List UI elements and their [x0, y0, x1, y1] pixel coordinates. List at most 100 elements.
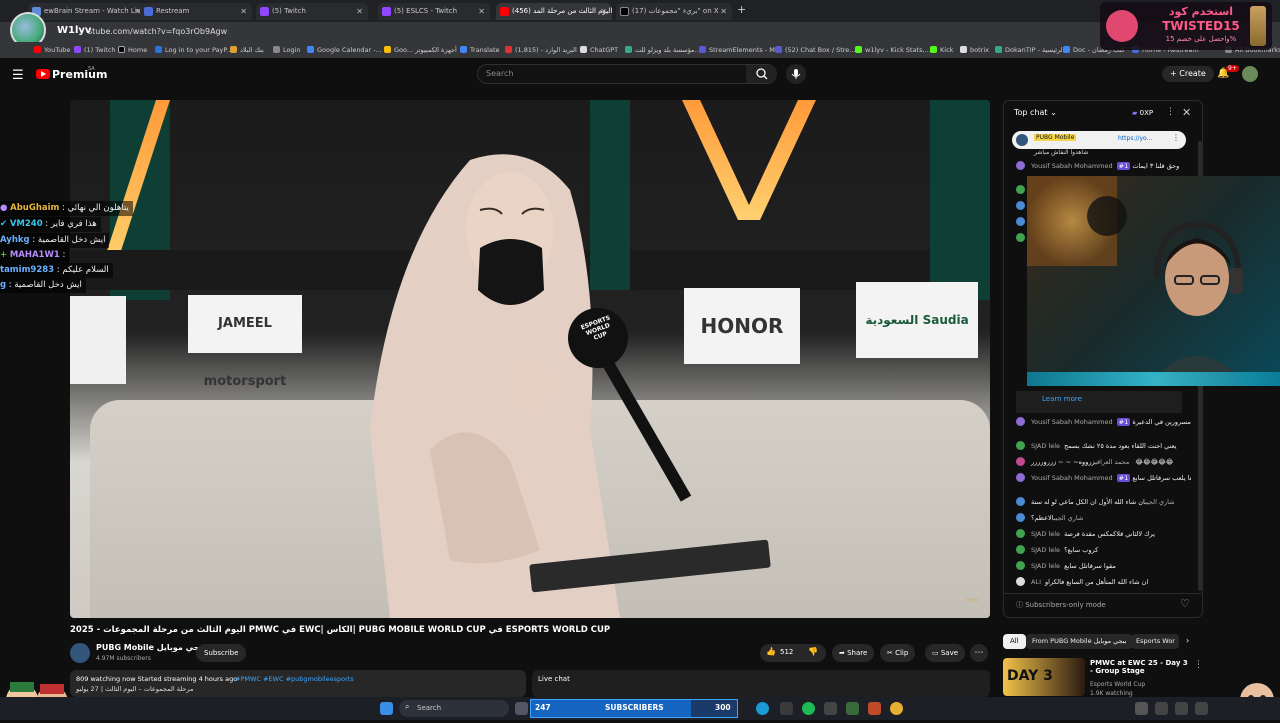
chat-message: SJAD lele يرك لالثاني قلاكمكس مقدة فرصة	[1016, 527, 1191, 541]
task-view-icon[interactable]	[515, 702, 528, 715]
network-icon[interactable]	[1175, 702, 1188, 715]
edge-icon[interactable]	[756, 702, 769, 715]
close-icon[interactable]: ✕	[240, 3, 247, 20]
tray-icon[interactable]	[1155, 702, 1168, 715]
app-icon[interactable]	[824, 702, 837, 715]
chatgpt-icon	[580, 46, 587, 53]
microphone-button[interactable]	[786, 64, 806, 84]
volume-icon[interactable]	[1195, 702, 1208, 715]
bookmark[interactable]: مؤسسة بلد ويزلو للت...	[625, 44, 701, 56]
chip-from-channel[interactable]: From PUBG Mobile ببجي موبايل	[1026, 634, 1133, 649]
create-button[interactable]: + Create	[1162, 66, 1214, 82]
search-input[interactable]: Search	[477, 64, 777, 84]
channel-name[interactable]: PUBG Mobile ببجي موبايل	[96, 643, 206, 652]
spotify-icon[interactable]	[802, 702, 815, 715]
bookmark[interactable]: DokanTIP - الرئيسية	[995, 44, 1064, 56]
video-player[interactable]: JAMEEL motorsport HONOR السعودية Saudia …	[70, 100, 990, 618]
chevron-right-icon[interactable]: ›	[1186, 636, 1189, 645]
thumbnail-text: DAY 3	[1007, 668, 1053, 684]
browser-tab[interactable]: ewBrain Stream - Watch Live o ✕	[28, 3, 146, 20]
backdrop-panel	[930, 100, 990, 300]
search-button[interactable]	[746, 65, 777, 83]
channel-avatar[interactable]	[70, 643, 90, 663]
close-icon[interactable]: ✕	[478, 3, 485, 20]
avatar	[1016, 473, 1025, 482]
recommendation-title[interactable]: PMWC at EWC 25 - Day 3 - Group Stage	[1090, 659, 1190, 675]
share-button[interactable]: ➦ Share	[832, 644, 875, 662]
thumbs-up-icon[interactable]: 👍	[766, 647, 776, 656]
more-options-icon[interactable]: ⋮	[1172, 133, 1180, 142]
heart-icon[interactable]: ♡	[1180, 597, 1190, 610]
pinned-message[interactable]: PUBG Mobile https://yo... ⋮	[1012, 131, 1186, 149]
app-icon[interactable]	[780, 702, 793, 715]
save-button[interactable]: ▭ Save	[925, 644, 966, 662]
thumbs-down-icon[interactable]: 👎	[808, 647, 818, 656]
promo-line3: واحصل على خصم 15%	[1165, 35, 1237, 43]
overlay-chat-line: g : ايش دخل القاصمية	[0, 278, 86, 293]
bookmark-icon: ▭	[932, 649, 941, 657]
close-icon[interactable]: ✕	[1182, 106, 1191, 119]
bank-icon	[230, 46, 237, 53]
bookmark[interactable]: Translate	[460, 44, 500, 56]
clip-button[interactable]: ✂ Clip	[880, 644, 916, 662]
chip-esports[interactable]: Esports Wor	[1132, 634, 1179, 649]
bookmark[interactable]: بنك البلاد	[230, 44, 264, 56]
avatar	[1016, 185, 1025, 194]
goal-label: SUBSCRIBERS	[605, 703, 664, 712]
youtube-logo-icon[interactable]	[36, 69, 50, 79]
hashtags[interactable]: #PMWC #EWC #pubgmobileesports	[235, 675, 354, 683]
taskbar-search[interactable]: ⌕ Search	[399, 700, 509, 717]
menu-icon[interactable]: ☰	[12, 68, 24, 83]
app-icon[interactable]	[846, 702, 859, 715]
pinned-link[interactable]: https://yo...	[1118, 135, 1152, 142]
live-chat-replay-box[interactable]: Live chat	[532, 670, 990, 697]
browser-tab[interactable]: (17) بريء "مجموعات" on X ✕	[616, 3, 732, 20]
sponsor-board: السعودية Saudia	[856, 282, 978, 358]
bookmark[interactable]: (52) Chat Box / Stre...	[775, 44, 855, 56]
bookmark[interactable]: Log in to your PayP...	[155, 44, 233, 56]
recommendation-channel[interactable]: Esports World Cup	[1090, 681, 1145, 688]
subscribe-button[interactable]: Subscribe	[196, 644, 247, 662]
browser-tab-active[interactable]: اليوم الثالث من مرحلة المد (456) ✕	[496, 3, 612, 20]
mail-icon	[505, 46, 512, 53]
avatar[interactable]	[1242, 66, 1258, 82]
bookmark[interactable]: Home	[118, 44, 147, 56]
overlay-chat-line: ● AbuGhaim : يتاهلون الي نهائي	[0, 201, 133, 216]
close-icon[interactable]: ✕	[600, 3, 607, 20]
bookmark[interactable]: Google Calendar -...	[307, 44, 382, 56]
recommendation-thumbnail[interactable]: DAY 3	[1003, 658, 1085, 696]
description-text: مرحلة المجموعات – اليوم الثالث | 27 يولي…	[76, 685, 194, 693]
bookmark[interactable]: YouTube	[34, 44, 70, 56]
bookmark[interactable]: ChatGPT	[580, 44, 618, 56]
more-options-icon[interactable]: ⋮	[1166, 107, 1175, 117]
avatar	[1016, 545, 1025, 554]
chat-message: SJAD lele كروب سابع؟	[1016, 543, 1191, 557]
more-options-icon[interactable]: ⋯	[970, 644, 988, 662]
more-options-icon[interactable]: ⋮	[1194, 660, 1203, 670]
bookmark[interactable]: (1) Twitch	[74, 44, 116, 56]
youtube-brand[interactable]: Premium	[52, 68, 107, 81]
browser-tab[interactable]: (5) Twitch ✕	[256, 3, 368, 20]
close-icon[interactable]: ✕	[720, 3, 727, 20]
browser-tab[interactable]: Restream ✕	[140, 3, 252, 20]
description-box[interactable]: 809 watching now Started streaming 4 hou…	[70, 670, 526, 697]
bookmark[interactable]: botrix	[960, 44, 989, 56]
top-chat-dropdown[interactable]: Top chat ⌄	[1014, 108, 1057, 117]
points-badge[interactable]: ▰ 0XP	[1132, 109, 1153, 117]
tray-icon[interactable]	[1135, 702, 1148, 715]
windows-start-icon[interactable]	[380, 702, 393, 715]
bookmark[interactable]: w1lyv - Kick Stats,...	[855, 44, 931, 56]
close-icon[interactable]: ✕	[356, 3, 363, 20]
chip-all[interactable]: All	[1003, 634, 1026, 649]
bookmark[interactable]: Login	[273, 44, 301, 56]
bookmark[interactable]: البريد الوارد - (1,815)	[505, 44, 577, 56]
obs-icon[interactable]	[868, 702, 881, 715]
bookmark[interactable]: Kick	[930, 44, 953, 56]
learn-more-link[interactable]: Learn more	[1042, 395, 1082, 403]
new-tab-button[interactable]: +	[737, 3, 746, 16]
bookmark[interactable]: Goo... أجهزة الكمبيوتر	[384, 44, 457, 56]
bookmark[interactable]: StreamElements - M...	[699, 44, 781, 56]
browser-tab[interactable]: (5) ESLCS - Twitch ✕	[378, 3, 490, 20]
url-field[interactable]: stube.com/watch?v=fqo3rOb9Agw	[88, 27, 227, 36]
chrome-icon[interactable]	[890, 702, 903, 715]
